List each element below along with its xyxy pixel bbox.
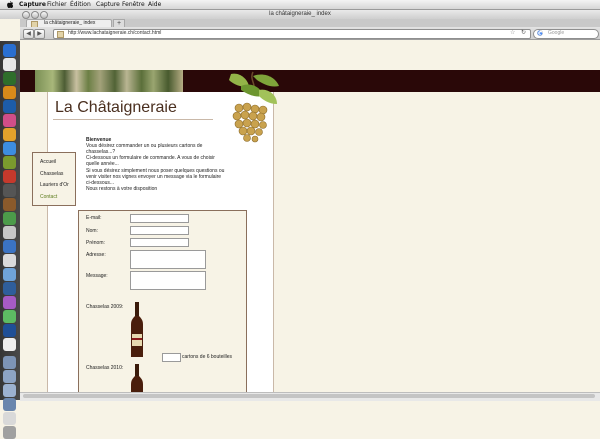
title-divider: [53, 119, 213, 120]
nav-item-contact[interactable]: Contact: [40, 194, 57, 200]
app-icon[interactable]: [3, 198, 16, 211]
chasselas-2010-label: Chasselas 2010:: [86, 365, 124, 371]
safari-icon[interactable]: [3, 142, 16, 155]
url-text[interactable]: http://www.lachataigneraie.ch/contact.ht…: [68, 30, 161, 36]
document-icon[interactable]: [3, 412, 16, 425]
google-icon: [537, 30, 543, 36]
app-icon[interactable]: [3, 156, 16, 169]
photoshop-icon[interactable]: [3, 100, 16, 113]
back-button[interactable]: ◀: [23, 29, 34, 39]
app-icon[interactable]: [3, 226, 16, 239]
nav-item-accueil[interactable]: Accueil: [40, 159, 56, 165]
dreamweaver-icon[interactable]: [3, 72, 16, 85]
folder-icon[interactable]: [3, 356, 16, 369]
app-icon[interactable]: [3, 324, 16, 337]
app-icon[interactable]: [3, 58, 16, 71]
app-icon[interactable]: [3, 184, 16, 197]
email-field[interactable]: [130, 214, 189, 223]
reload-icon[interactable]: ↻: [521, 29, 526, 36]
menu-aide[interactable]: Aide: [148, 1, 161, 8]
app-icon[interactable]: [3, 170, 16, 183]
illustrator-icon[interactable]: [3, 86, 16, 99]
nav-item-chasselas[interactable]: Chasselas: [40, 171, 63, 177]
app-icon[interactable]: [3, 310, 16, 323]
tab-label: la châtaigneraie_ index: [44, 20, 96, 26]
firefox-icon[interactable]: [3, 128, 16, 141]
menu-capture[interactable]: Capture: [96, 1, 120, 8]
prenom-field[interactable]: [130, 238, 189, 247]
menu-bar: Capture Fichier Édition Capture Fenêtre …: [0, 0, 600, 10]
folder-icon[interactable]: [3, 370, 16, 383]
welcome-line: quelle année...: [86, 161, 119, 167]
apple-icon[interactable]: [7, 1, 13, 8]
email-label: E-mail:: [86, 215, 102, 221]
search-placeholder: Google: [548, 30, 565, 36]
indesign-icon[interactable]: [3, 114, 16, 127]
app-icon[interactable]: [3, 268, 16, 281]
wine-bottle-icon: [131, 364, 143, 394]
chasselas-2009-label: Chasselas 2009:: [86, 304, 124, 310]
menu-fenetre[interactable]: Fenêtre: [122, 1, 145, 8]
window-title: la châtaigneraie_ index: [269, 11, 331, 17]
nom-field[interactable]: [130, 226, 189, 235]
scrollbar-thumb[interactable]: [23, 394, 595, 398]
prenom-label: Prénom:: [86, 240, 105, 246]
app-icon[interactable]: [3, 240, 16, 253]
app-icon[interactable]: [3, 254, 16, 267]
menu-edition[interactable]: Édition: [70, 1, 91, 8]
nav-item-lauriers[interactable]: Lauriers d'Or: [40, 182, 69, 188]
app-icon[interactable]: [3, 296, 16, 309]
welcome-line: Nous restons à votre disposition: [86, 186, 158, 192]
finder-icon[interactable]: [3, 44, 16, 57]
forward-button[interactable]: ▶: [34, 29, 45, 39]
page-favicon: [57, 31, 64, 38]
nom-label: Nom:: [86, 228, 98, 234]
cartons-label: cartons de 6 bouteilles: [182, 354, 233, 360]
dock: [0, 41, 20, 439]
bookmark-star-icon[interactable]: ☆: [510, 29, 515, 36]
quantity-field[interactable]: [162, 353, 181, 362]
wine-bottle-icon: [131, 302, 143, 357]
app-icon[interactable]: [3, 282, 16, 295]
menu-fichier[interactable]: Fichier: [47, 1, 67, 8]
app-icon[interactable]: [3, 338, 16, 351]
site-title: La Châtaigneraie: [55, 99, 177, 116]
vineyard-photo-strip: [35, 70, 183, 92]
folder-icon[interactable]: [3, 384, 16, 397]
adresse-label: Adresse:: [86, 252, 106, 258]
grapes-logo-icon: [229, 71, 279, 143]
app-icon[interactable]: [3, 212, 16, 225]
adresse-field[interactable]: [130, 250, 206, 269]
trash-icon[interactable]: [3, 426, 16, 439]
menu-app-name[interactable]: Capture: [19, 1, 46, 8]
message-label: Message:: [86, 273, 108, 279]
message-field[interactable]: [130, 271, 206, 290]
